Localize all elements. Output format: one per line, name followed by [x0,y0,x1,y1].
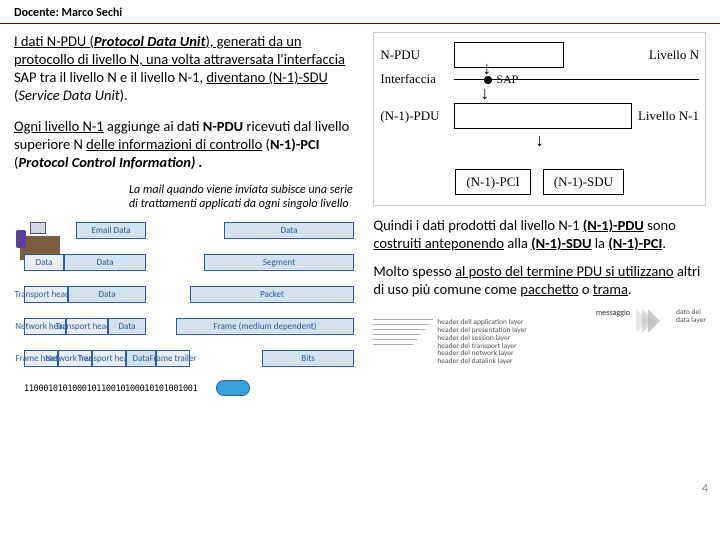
cell-email: Email Data [76,222,146,239]
cell-bits: Bits [262,350,354,367]
box-n1pdu [454,103,632,129]
chevron-right-icon [636,309,670,353]
label-iface: Interfaccia [380,71,454,87]
paragraph-3: Quindi i dati prodotti dal livello N-1 (… [373,216,706,252]
msg-title: messaggio [373,309,630,317]
bitstream: 110001010100010110010100010101001001 [24,384,197,394]
cell-data2: Data [64,254,146,271]
left-column: I dati N-PDU (Protocol Data Unit), gener… [14,32,363,406]
encapsulation-diagram: Email Data Data Data Data Segment Transp… [14,216,363,406]
label-livN1: Livello N-1 [638,108,699,124]
paragraph-4: Molto spesso al posto del termine PDU si… [373,262,706,298]
page-header: Docente: Marco Sechi [0,0,720,24]
label-npdu: N-PDU [380,47,454,63]
cell-th2: Transport header [66,318,108,335]
paragraph-2: Ogni livello N-1 aggiunge ai dati N-PDU … [14,117,363,171]
label-sap: SAP [496,72,518,87]
cell-frame: Frame (medium dependent) [176,318,354,335]
box-pci: (N-1)-PCI [455,169,530,195]
cell-data-h: Data [24,254,64,271]
cell-packet: Packet [190,286,354,303]
page-number: 4 [702,482,708,496]
cell-segment: Segment [204,254,354,271]
router-icon [216,380,250,396]
box-sdu: (N-1)-SDU [543,169,624,195]
cell-data-r: Data [224,222,354,239]
msg-headers-list: header dell application layer header del… [437,319,527,366]
pdu-sdu-diagram: N-PDU Livello N Interfaccia ↓ ↓ SAP (N-1… [373,32,706,206]
cell-th: Transport header [24,286,68,303]
docente-label: Docente: Marco Sechi [14,6,122,20]
email-caption: La mail quando viene inviata subisce una… [129,183,363,212]
cell-ft: Frame trailer [156,350,190,367]
label-n1pdu: (N-1)-PDU [380,108,454,124]
message-headers-diagram: messaggio header dell application layer … [373,309,706,367]
cell-th3: Transport header [92,350,126,367]
paragraph-1: I dati N-PDU (Protocol Data Unit), gener… [14,32,363,105]
box-empty-npdu [454,42,564,68]
arrow-down2-icon: ↓ [480,83,489,104]
msg-data-layer: dato del data layer [676,309,706,326]
label-livN: Livello N [649,47,699,63]
main-content: I dati N-PDU (Protocol Data Unit), gener… [0,24,720,406]
cell-data4: Data [108,318,146,335]
big-arrow-icon: ↓ [380,130,699,151]
right-column: N-PDU Livello N Interfaccia ↓ ↓ SAP (N-1… [373,32,706,406]
cell-data3: Data [68,286,146,303]
